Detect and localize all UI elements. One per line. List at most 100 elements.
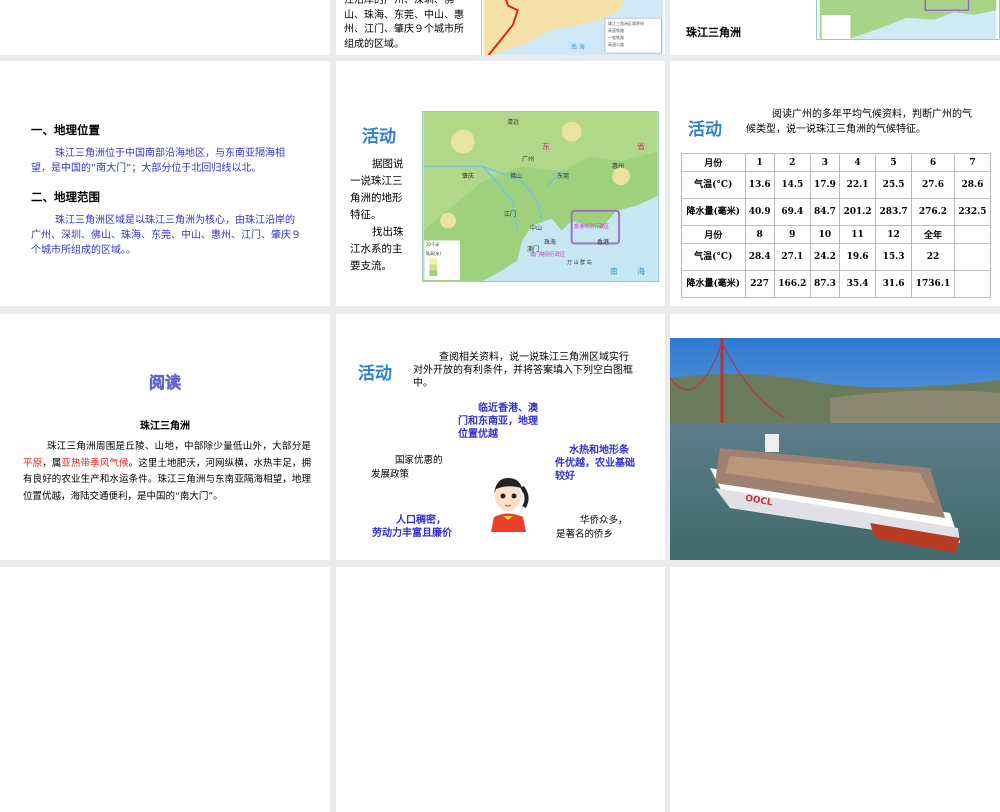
table-cell: 1 <box>744 153 775 172</box>
map-label: 香港特别行政区 <box>574 224 610 230</box>
answer-box: 人口稠密，劳动力丰富且廉价 <box>372 515 452 539</box>
map-label: 澳门特别行政区 <box>530 252 566 258</box>
table-cell: 227 <box>744 270 775 298</box>
legend-item: 高速铁路 <box>608 28 624 33</box>
map-label: 香港 <box>597 239 610 246</box>
table-cell: 10 <box>809 225 841 244</box>
table-cell: 232.5 <box>953 198 992 226</box>
table-cell: 40.9 <box>744 198 775 226</box>
map-legend: 陆高(米) <box>426 251 442 256</box>
table-cell: 276.2 <box>911 198 955 226</box>
answer-box: 国家优惠的发展政策 <box>371 455 443 480</box>
container-ship-photo <box>670 338 1000 560</box>
slide-thumbnail-5[interactable]: 活动 据图说一说珠江三角洲的地形特征。 找出珠江水系的主要支流。 清远 广州 佛… <box>336 61 665 306</box>
table-row: 月份 1 2 3 4 5 6 7 <box>681 153 992 172</box>
paragraph: 找出珠江水系的主要支流。 <box>350 226 404 272</box>
table-cell: 13.6 <box>744 171 775 199</box>
table-cell: 27.6 <box>911 171 955 199</box>
table-cell: 1736.1 <box>911 270 955 298</box>
girl-illustration <box>491 478 529 532</box>
map-image <box>816 0 1000 40</box>
paragraph: 查阅相关资料，说一说珠江三角洲区域实行对外开放的有利条件，并将答案填入下列空白图… <box>413 352 633 389</box>
table-cell: 5 <box>875 153 913 172</box>
slide-thumbnail-9[interactable]: OOCL <box>670 314 1000 560</box>
legend-item: 一般铁路 <box>608 35 624 40</box>
map-label: 南 <box>610 267 618 276</box>
slide-title: 活动 <box>362 127 396 147</box>
table-cell: 19.6 <box>839 243 877 271</box>
table-row: 气温(°C) 13.6 14.5 17.9 22.1 25.5 27.6 28.6 <box>681 171 992 199</box>
legend-item: 高速公路 <box>608 42 624 47</box>
table-cell: 283.7 <box>875 198 913 226</box>
answer-box: 水热和地形条件优越，农业基础较好 <box>555 445 635 482</box>
climate-table: 月份 1 2 3 4 5 6 7 气温(°C) 13.6 14.5 17.9 22.1 25.5 27.6 2… <box>681 153 992 298</box>
table-row: 月份 8 9 10 11 12 全年 <box>681 225 992 244</box>
slide-text: 江沿岸的广州、深圳、佛山、珠海、东莞、中山、惠州、江门、肇庆９个城市所组成的区域… <box>344 0 464 50</box>
map-label: 海 <box>637 267 645 276</box>
map-label: 省 <box>637 142 645 151</box>
table-cell: 24.2 <box>809 243 841 271</box>
table-row: 气温(°C) 28.4 27.1 24.2 19.6 15.3 22 <box>681 243 992 271</box>
table-cell <box>953 243 992 271</box>
table-cell: 8 <box>744 225 775 244</box>
map-label: 肇庆 <box>462 173 475 180</box>
slide-thumbnail-2[interactable]: 江沿岸的广州、深圳、佛山、珠海、东莞、中山、惠州、江门、肇庆９个城市所组成的区域… <box>336 0 665 55</box>
table-cell: 35.4 <box>839 270 877 298</box>
table-cell: 17.9 <box>809 171 841 199</box>
map-label: 万 山 群 岛 <box>567 260 592 266</box>
slide-thumbnail-1[interactable] <box>0 0 330 55</box>
map-scale: 20千米 <box>426 242 440 247</box>
slide-thumbnail-3[interactable]: 珠江三角洲 <box>670 0 1000 55</box>
slide-thumbnail-8[interactable]: 活动 查阅相关资料，说一说珠江三角洲区域实行对外开放的有利条件，并将答案填入下列… <box>336 314 665 560</box>
row-header-cell: 降水量(毫米) <box>681 198 746 226</box>
table-cell: 11 <box>839 225 877 244</box>
answer-box: 华侨众多，是著名的侨乡 <box>556 515 628 540</box>
row-header-cell: 气温(°C) <box>681 243 746 271</box>
slide-thumbnail-6[interactable]: 活动 阅读广州的多年平均气候资料，判断广州的气候类型，说一说珠江三角洲的气候特征… <box>670 61 1000 306</box>
table-cell: 31.6 <box>875 270 913 298</box>
slide-title: 阅读 <box>148 373 182 393</box>
table-cell: 14.5 <box>773 171 811 199</box>
table-cell: 4 <box>839 153 877 172</box>
table-cell: 25.5 <box>875 171 913 199</box>
map-label: 惠州 <box>612 163 625 170</box>
table-cell: 7 <box>953 153 992 172</box>
slide-thumbnail-7[interactable]: 阅读 珠江三角洲 珠江三角洲周围是丘陵、山地，中部除少量低山外，大部分是平原，属… <box>0 314 330 560</box>
map-label: 中山 <box>530 225 543 232</box>
map-label: 南 海 <box>571 44 585 51</box>
slide-title: 活动 <box>358 364 392 384</box>
row-header-cell: 月份 <box>681 153 746 172</box>
map-label: 广州 <box>522 156 535 163</box>
paragraph: 据图说一说珠江三角洲的地形特征。 <box>350 158 404 221</box>
slide-thumbnail-10[interactable] <box>0 567 330 812</box>
paragraph: 珠江三角洲位于中国南部沿海地区，与东南亚隔海相望，是中国的“南大门”；大部分位于… <box>31 148 285 174</box>
slide-title: 活动 <box>688 120 722 140</box>
table-cell: 12 <box>875 225 913 244</box>
map-label: 佛山 <box>510 173 523 180</box>
heading: 一、地理位置 <box>31 123 100 137</box>
answer-box: 临近香港、澳门和东南亚，地理位置优越 <box>458 403 538 440</box>
table-cell: 69.4 <box>773 198 811 226</box>
map-label: 东莞 <box>557 173 570 180</box>
table-cell: 27.1 <box>773 243 811 271</box>
table-cell: 22 <box>911 243 955 271</box>
table-row: 降水量(毫米) 227 166.2 87.3 35.4 31.6 1736.1 <box>681 270 992 298</box>
table-cell <box>953 270 992 298</box>
table-cell: 15.3 <box>875 243 913 271</box>
map-label: 东 <box>542 142 550 151</box>
slide-thumbnail-4[interactable]: 一、地理位置 珠江三角洲位于中国南部沿海地区，与东南亚隔海相望，是中国的“南大门… <box>0 61 330 306</box>
table-cell: 3 <box>809 153 841 172</box>
map-label: 江门 <box>504 211 517 218</box>
slide-thumbnail-11[interactable] <box>336 567 665 812</box>
table-cell: 84.7 <box>809 198 841 226</box>
paragraph: 珠江三角洲区域是以珠江三角洲为核心，由珠江沿岸的广州、深圳、佛山、珠海、东莞、中… <box>31 215 301 256</box>
slide-thumbnail-12[interactable] <box>670 567 1000 812</box>
map-label: 清远 <box>507 119 520 126</box>
table-cell: 全年 <box>911 225 955 244</box>
slide-title: 珠江三角洲 <box>686 26 741 39</box>
table-cell: 6 <box>911 153 955 172</box>
map-label: 珠海 <box>544 239 557 246</box>
legend-item: 珠江三角洲区域界线 <box>608 21 644 26</box>
subtitle: 珠江三角洲 <box>140 421 190 432</box>
table-cell: 22.1 <box>839 171 877 199</box>
